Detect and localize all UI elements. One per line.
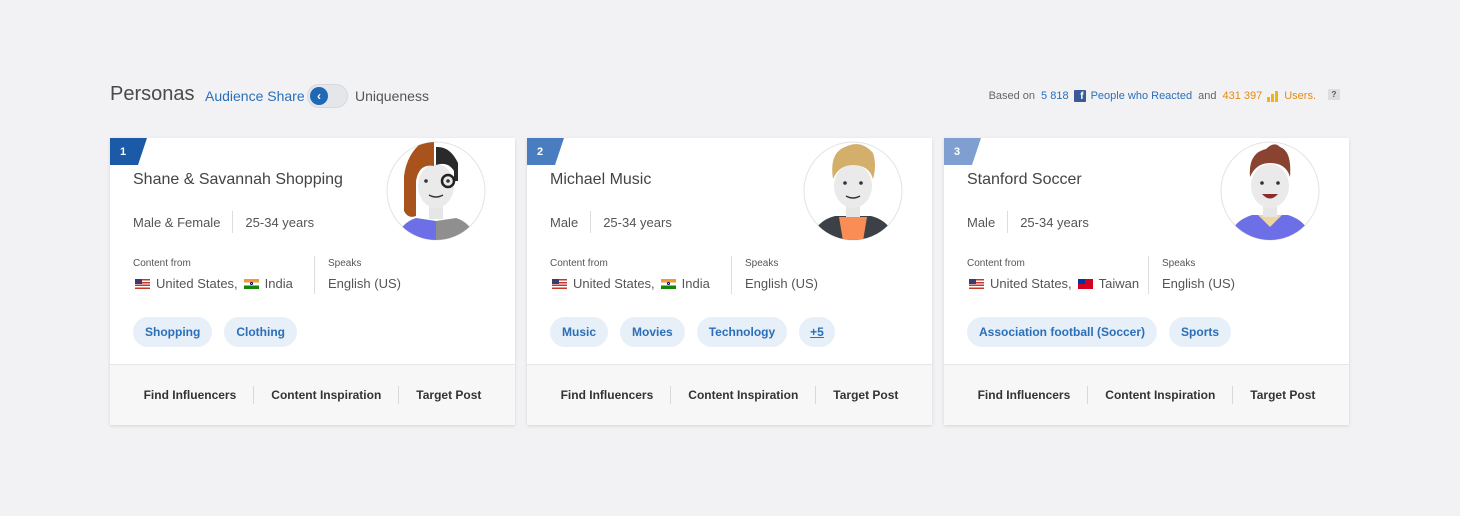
audience-share-label[interactable]: Audience Share xyxy=(205,88,305,104)
users-count: 431 397 xyxy=(1222,90,1263,102)
country: India xyxy=(681,276,710,291)
gender: Male xyxy=(967,214,996,230)
gender: Male xyxy=(550,214,579,230)
persona-name: Stanford Soccer xyxy=(967,171,1082,188)
persona-avatar xyxy=(386,141,486,241)
country: United States, xyxy=(156,276,238,291)
card-actions: Find Influencers Content Inspiration Tar… xyxy=(110,364,515,425)
interest-tag[interactable]: Technology xyxy=(696,317,788,347)
card-actions: Find Influencers Content Inspiration Tar… xyxy=(944,364,1349,425)
find-influencers-button[interactable]: Find Influencers xyxy=(544,388,671,402)
taiwan-flag-icon xyxy=(1077,278,1093,289)
language: English (US) xyxy=(745,276,818,291)
interest-tag[interactable]: Sports xyxy=(1169,317,1232,347)
us-flag-icon xyxy=(552,278,567,289)
demographics: Male 25-34 years xyxy=(550,211,672,233)
interest-tag[interactable]: Association football (Soccer) xyxy=(967,317,1158,347)
find-influencers-button[interactable]: Find Influencers xyxy=(961,388,1088,402)
age-range: 25-34 years xyxy=(603,214,672,230)
persona-card: 2 Michael Music Male 25-34 years Content… xyxy=(527,138,932,425)
chevron-left-icon: ‹ xyxy=(310,87,328,105)
country: United States, xyxy=(990,276,1072,291)
facebook-icon: f xyxy=(1073,90,1086,102)
page-title: Personas xyxy=(110,83,195,105)
demographics: Male 25-34 years xyxy=(967,211,1089,233)
us-flag-icon xyxy=(969,278,984,289)
india-flag-icon xyxy=(243,278,259,289)
content-inspiration-button[interactable]: Content Inspiration xyxy=(1088,388,1232,402)
interest-tag[interactable]: Shopping xyxy=(133,317,213,347)
rank-number: 1 xyxy=(120,146,127,158)
bar-chart-icon xyxy=(1267,90,1279,102)
interest-tags: Association football (Soccer) Sports xyxy=(967,317,1243,347)
age-range: 25-34 years xyxy=(245,214,315,230)
personas-header: Personas Audience Share ‹ Uniqueness Bas… xyxy=(110,82,1340,112)
people-label: People who Reacted xyxy=(1090,90,1193,102)
content-from-label: Content from xyxy=(550,258,608,269)
target-post-button[interactable]: Target Post xyxy=(399,388,498,402)
target-post-button[interactable]: Target Post xyxy=(816,388,915,402)
persona-name: Shane & Savannah Shopping xyxy=(133,171,343,188)
speaks-label: Speaks xyxy=(745,258,779,269)
audience-uniqueness-toggle[interactable]: ‹ xyxy=(307,84,348,108)
interest-tag[interactable]: Movies xyxy=(620,317,685,347)
language: English (US) xyxy=(1162,276,1235,291)
content-from-label: Content from xyxy=(967,258,1025,269)
interest-tag[interactable]: Music xyxy=(550,317,609,347)
card-actions: Find Influencers Content Inspiration Tar… xyxy=(527,364,932,425)
users-label: Users. xyxy=(1284,90,1316,102)
people-count: 5 818 xyxy=(1041,90,1069,102)
help-icon[interactable]: ? xyxy=(1328,88,1340,100)
content-from-countries: United States, Taiwan xyxy=(967,276,1139,291)
interest-tags: Shopping Clothing xyxy=(133,317,309,347)
target-post-button[interactable]: Target Post xyxy=(1233,388,1332,402)
uniqueness-label[interactable]: Uniqueness xyxy=(355,88,429,104)
based-on-summary: Based on 5 818 f People who Reacted and … xyxy=(988,88,1340,102)
content-inspiration-button[interactable]: Content Inspiration xyxy=(254,388,398,402)
india-flag-icon xyxy=(660,278,676,289)
interest-tag[interactable]: Clothing xyxy=(224,317,297,347)
based-on-label: Based on xyxy=(988,90,1036,102)
speaks-label: Speaks xyxy=(328,258,362,269)
country: India xyxy=(264,276,293,291)
rank-number: 3 xyxy=(954,146,961,158)
demographics: Male & Female 25-34 years xyxy=(133,211,314,233)
gender: Male & Female xyxy=(133,214,221,230)
persona-avatar xyxy=(1220,141,1320,241)
persona-avatar xyxy=(803,141,903,241)
language: English (US) xyxy=(328,276,401,291)
speaks-label: Speaks xyxy=(1162,258,1196,269)
country: United States, xyxy=(573,276,655,291)
content-from-countries: United States, India xyxy=(550,276,710,291)
more-tags-button[interactable]: +5 xyxy=(799,317,835,347)
persona-card: 3 Stanford Soccer Male 25-34 years Conte… xyxy=(944,138,1349,425)
find-influencers-button[interactable]: Find Influencers xyxy=(127,388,254,402)
country: Taiwan xyxy=(1098,276,1140,291)
and-label: and xyxy=(1198,90,1217,102)
interest-tags: Music Movies Technology +5 xyxy=(550,317,847,347)
content-from-countries: United States, India xyxy=(133,276,293,291)
us-flag-icon xyxy=(135,278,150,289)
age-range: 25-34 years xyxy=(1020,214,1089,230)
content-from-label: Content from xyxy=(133,258,191,269)
content-inspiration-button[interactable]: Content Inspiration xyxy=(671,388,815,402)
rank-number: 2 xyxy=(537,146,544,158)
persona-name: Michael Music xyxy=(550,171,652,188)
persona-card: 1 Shane & Savannah Shopping Male & Femal… xyxy=(110,138,515,425)
